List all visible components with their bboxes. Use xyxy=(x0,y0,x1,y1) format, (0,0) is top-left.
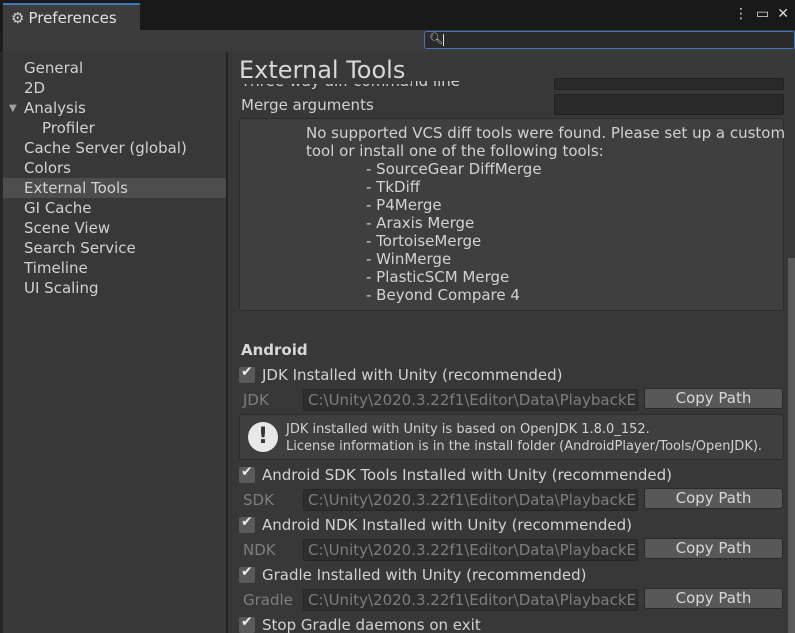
sidebar-item-timeline[interactable]: Timeline xyxy=(3,258,247,278)
vcs-tool-item: - P4Merge xyxy=(366,196,442,214)
merge-arguments-label: Merge arguments xyxy=(241,96,374,114)
close-icon[interactable]: ✕ xyxy=(777,6,789,22)
vcs-tool-item: - Araxis Merge xyxy=(366,214,475,232)
sidebar-item-general[interactable]: General xyxy=(3,58,247,78)
kebab-menu-icon[interactable]: ⋮ xyxy=(734,6,748,22)
checkmark-icon: ✔ xyxy=(241,464,253,480)
vcs-tool-item: - SourceGear DiffMerge xyxy=(366,160,542,178)
vcs-tool-item: - Beyond Compare 4 xyxy=(366,286,520,304)
ndk-copy-path-button[interactable]: Copy Path xyxy=(644,538,783,559)
vcs-tool-item: - WinMerge xyxy=(366,250,452,268)
sidebar-item-external-tools[interactable]: External Tools xyxy=(3,178,247,198)
jdk-path-field[interactable]: C:\Unity\2020.3.22f1\Editor\Data\Playbac… xyxy=(303,389,638,411)
sidebar-item-scene-view[interactable]: Scene View xyxy=(3,218,247,238)
gradle-checkbox-label: Gradle Installed with Unity (recommended… xyxy=(262,566,587,584)
gear-icon: ⚙ xyxy=(11,8,25,27)
sdk-label: SDK xyxy=(243,491,274,509)
stop-gradle-checkbox[interactable]: ✔ xyxy=(239,614,255,633)
vcs-tool-item: - TortoiseMerge xyxy=(366,232,482,250)
sdk-path-field[interactable]: C:\Unity\2020.3.22f1\Editor\Data\Playbac… xyxy=(303,489,638,511)
sidebar-item-gi-cache[interactable]: GI Cache xyxy=(3,198,247,218)
sidebar-item-ui-scaling[interactable]: UI Scaling xyxy=(3,278,247,298)
jdk-info-box: ! JDK installed with Unity is based on O… xyxy=(239,414,784,460)
gradle-copy-path-button[interactable]: Copy Path xyxy=(644,588,783,609)
text-caret xyxy=(443,34,444,46)
warning-icon: ! xyxy=(248,422,278,452)
vcs-help-line: tool or install one of the following too… xyxy=(306,142,604,160)
maximize-icon[interactable]: ▭ xyxy=(756,6,769,22)
ndk-label: NDK xyxy=(243,541,276,559)
window-titlebar: ⚙ Preferences ⋮ ▭ ✕ xyxy=(0,0,795,30)
jdk-note-line: JDK installed with Unity is based on Ope… xyxy=(286,422,650,437)
stop-gradle-checkbox-label: Stop Gradle daemons on exit xyxy=(262,616,481,633)
vcs-tool-item: - TkDiff xyxy=(366,178,421,196)
jdk-copy-path-button[interactable]: Copy Path xyxy=(644,388,783,409)
gradle-path-field[interactable]: C:\Unity\2020.3.22f1\Editor\Data\Playbac… xyxy=(303,589,638,611)
ndk-checkbox[interactable]: ✔ xyxy=(239,514,255,533)
android-section-title: Android xyxy=(241,341,308,359)
preferences-tab[interactable]: ⚙ Preferences xyxy=(3,3,140,30)
sidebar-item-cache-server[interactable]: Cache Server (global) xyxy=(3,138,247,158)
gradle-checkbox[interactable]: ✔ xyxy=(239,564,255,583)
vcs-tool-item: - PlasticSCM Merge xyxy=(366,268,510,286)
sdk-checkbox[interactable]: ✔ xyxy=(239,464,255,483)
checkmark-icon: ✔ xyxy=(241,514,253,530)
jdk-checkbox-label: JDK Installed with Unity (recommended) xyxy=(262,366,563,384)
sidebar-item-analysis[interactable]: Analysis xyxy=(3,98,247,118)
ndk-checkbox-label: Android NDK Installed with Unity (recomm… xyxy=(262,516,633,534)
gradle-label: Gradle xyxy=(243,591,293,609)
sidebar-item-colors[interactable]: Colors xyxy=(3,158,247,178)
sidebar-item-2d[interactable]: 2D xyxy=(3,78,247,98)
preferences-sidebar: General 2D ▼ Analysis Profiler Cache Ser… xyxy=(3,52,247,633)
search-input[interactable]: 🔍︎ xyxy=(424,31,795,49)
checkmark-icon: ✔ xyxy=(241,364,253,380)
three-way-diff-field[interactable] xyxy=(554,78,784,90)
checkmark-icon: ✔ xyxy=(241,564,253,580)
jdk-checkbox[interactable]: ✔ xyxy=(239,364,255,383)
jdk-note-line: License information is in the install fo… xyxy=(286,439,763,454)
vertical-scrollbar[interactable] xyxy=(788,258,795,633)
ndk-path-field[interactable]: C:\Unity\2020.3.22f1\Editor\Data\Playbac… xyxy=(303,539,638,561)
tab-title: Preferences xyxy=(28,8,117,27)
preferences-content: Three-way diff command line External Too… xyxy=(228,52,795,633)
window-controls: ⋮ ▭ ✕ xyxy=(734,6,789,22)
page-title: External Tools xyxy=(239,56,412,84)
search-icon: 🔍︎ xyxy=(429,32,443,45)
merge-arguments-field[interactable] xyxy=(554,94,784,115)
checkmark-icon: ✔ xyxy=(241,614,253,630)
vcs-help-box: No supported VCS diff tools were found. … xyxy=(239,118,786,311)
sidebar-item-search-service[interactable]: Search Service xyxy=(3,238,247,258)
jdk-label: JDK xyxy=(243,391,269,409)
sdk-checkbox-label: Android SDK Tools Installed with Unity (… xyxy=(262,466,673,484)
vcs-help-line: No supported VCS diff tools were found. … xyxy=(306,124,786,142)
sdk-copy-path-button[interactable]: Copy Path xyxy=(644,488,783,509)
